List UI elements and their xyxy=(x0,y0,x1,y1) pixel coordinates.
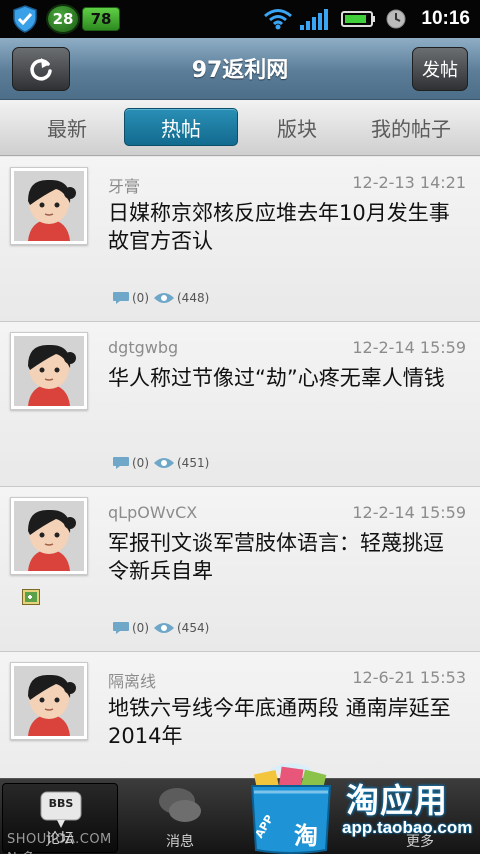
bbs-icon-text: BBS xyxy=(48,797,74,810)
post-author[interactable]: 牙膏 xyxy=(108,173,140,197)
nav-forum-label: 论坛 xyxy=(46,831,74,847)
tab-my-posts[interactable]: 我的帖子 xyxy=(356,108,466,146)
avatar[interactable] xyxy=(10,662,88,740)
user-avatar-icon xyxy=(14,336,84,406)
status-bar: 28 78 10:16 xyxy=(0,0,480,38)
comment-count: (0) xyxy=(132,456,149,470)
view-count: (448) xyxy=(177,291,210,305)
alarm-icon xyxy=(386,9,406,29)
post-title[interactable]: 军报刊文谈军营肢体语言：轻蔑挑逗令新兵自卑 xyxy=(108,529,458,585)
comment-icon xyxy=(113,622,129,634)
shield-icon xyxy=(13,5,37,33)
wifi-icon xyxy=(264,9,293,30)
post-title[interactable]: 日媒称京郊核反应堆去年10月发生事故官方否认 xyxy=(108,199,458,255)
post-author[interactable]: 隔离线 xyxy=(108,668,156,692)
user-avatar-icon xyxy=(14,171,84,241)
promo-bag-char: 淘 xyxy=(294,822,318,850)
comment-icon xyxy=(113,457,129,469)
signal-icon xyxy=(300,9,329,30)
bbs-icon xyxy=(40,791,82,828)
list-item[interactable]: dgtgwbg 12-2-14 15:59 华人称过节像过“劫”心疼无辜人情钱 … xyxy=(0,322,480,487)
view-icon xyxy=(154,458,174,468)
list-item[interactable]: 牙膏 12-2-13 14:21 日媒称京郊核反应堆去年10月发生事故官方否认 … xyxy=(0,157,480,322)
post-time: 12-6-21 15:53 xyxy=(352,668,466,687)
battery-icon xyxy=(341,11,376,27)
comment-count: (0) xyxy=(132,291,149,305)
post-author[interactable]: qLpOWvCX xyxy=(108,503,197,522)
notification-badge: 28 xyxy=(46,4,80,34)
tab-hot[interactable]: 热帖 xyxy=(124,108,238,146)
image-attachment-icon xyxy=(22,589,40,605)
nav-messages[interactable]: 消息 xyxy=(120,779,240,854)
user-avatar-icon xyxy=(14,501,84,571)
tab-boards[interactable]: 版块 xyxy=(252,108,342,146)
post-title[interactable]: 华人称过节像过“劫”心疼无辜人情钱 xyxy=(108,364,458,392)
post-stats: (0) (448) xyxy=(112,291,209,305)
post-author[interactable]: dgtgwbg xyxy=(108,338,178,357)
post-list[interactable]: 牙膏 12-2-13 14:21 日媒称京郊核反应堆去年10月发生事故官方否认 … xyxy=(0,157,480,778)
tab-latest[interactable]: 最新 xyxy=(22,108,112,146)
avatar[interactable] xyxy=(10,497,88,575)
promo-title: 淘应用 xyxy=(346,781,448,820)
user-avatar-icon xyxy=(14,666,84,736)
avatar[interactable] xyxy=(10,167,88,245)
view-count: (451) xyxy=(177,456,210,470)
list-item[interactable]: qLpOWvCX 12-2-14 15:59 军报刊文谈军营肢体语言：轻蔑挑逗令… xyxy=(0,487,480,652)
post-stats: (0) (451) xyxy=(112,456,209,470)
view-icon xyxy=(154,623,174,633)
post-title[interactable]: 地铁六号线今年底通两段 通南岸延至2014年 xyxy=(108,694,458,750)
comment-count: (0) xyxy=(132,621,149,635)
new-post-button[interactable]: 发帖 xyxy=(412,47,468,91)
view-count: (454) xyxy=(177,621,210,635)
tab-bar: 最新 热帖 版块 我的帖子 xyxy=(0,100,480,156)
view-icon xyxy=(154,293,174,303)
post-time: 12-2-13 14:21 xyxy=(352,173,466,192)
clock: 10:16 xyxy=(421,8,470,29)
page-title: 97返利网 xyxy=(191,58,289,83)
comment-icon xyxy=(113,292,129,304)
shopping-bag-icon xyxy=(250,763,332,854)
post-time: 12-2-14 15:59 xyxy=(352,503,466,522)
battery-percent-badge: 78 xyxy=(82,7,120,31)
avatar[interactable] xyxy=(10,332,88,410)
promo-url: app.taobao.com xyxy=(342,818,473,837)
nav-messages-label: 消息 xyxy=(166,834,194,850)
title-bar: 97返利网 发帖 xyxy=(0,38,480,100)
message-icon xyxy=(159,788,201,822)
post-time: 12-2-14 15:59 xyxy=(352,338,466,357)
post-stats: (0) (454) xyxy=(112,621,209,635)
promo-banner[interactable]: APP 淘 淘应用 app.taobao.com xyxy=(242,760,480,854)
nav-forum[interactable]: BBS SHOUJIOA.COM N 多 论坛 xyxy=(2,783,118,854)
